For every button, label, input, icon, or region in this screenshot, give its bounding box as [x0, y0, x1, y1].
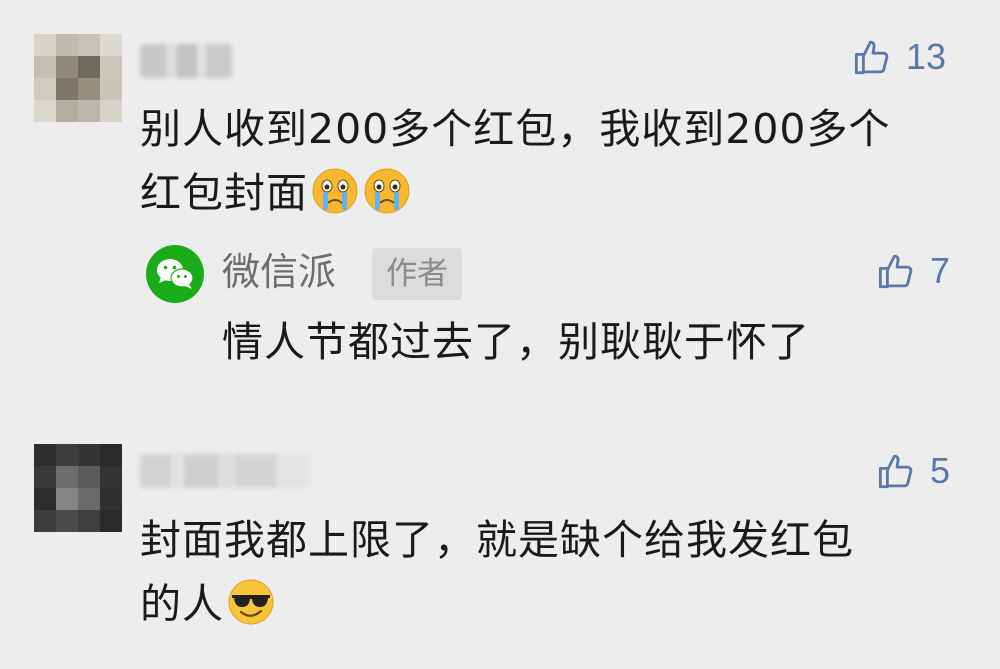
wechat-icon	[157, 259, 194, 289]
username-blurred[interactable]	[140, 454, 310, 488]
comment-text-line: 封面我都上限了，就是缺个给我发红包	[140, 516, 854, 564]
thumbs-up-icon	[854, 40, 889, 75]
comment-item: 13 别人收到200多个红包，我收到200多个 红包封面 微信派 作者 7 情人…	[0, 0, 1000, 420]
like-button[interactable]: 7	[876, 250, 950, 292]
comment-text: 封面我都上限了，就是缺个给我发红包 的人	[140, 508, 940, 636]
thumbs-up-icon	[878, 454, 913, 489]
comment-text: 别人收到200多个红包，我收到200多个 红包封面	[140, 97, 940, 225]
comment-text-segment: 红包封面	[140, 169, 308, 217]
comment-text-line: 红包封面	[140, 161, 940, 225]
comment-text-line: 别人收到200多个红包，我收到200多个	[140, 105, 891, 153]
crying-face-emoji	[312, 168, 358, 214]
like-count: 5	[930, 450, 951, 491]
like-count: 7	[930, 250, 951, 291]
thumbs-up-icon	[878, 254, 913, 289]
reply-text: 情人节都过去了，别耿耿于怀了	[222, 318, 810, 366]
wechat-logo-avatar[interactable]	[146, 245, 204, 303]
comment-item: 5 封面我都上限了，就是缺个给我发红包 的人	[0, 420, 1000, 669]
crying-face-emoji	[364, 168, 410, 214]
sunglasses-face-emoji	[228, 579, 274, 625]
like-button[interactable]: 13	[852, 36, 946, 78]
username-blurred[interactable]	[140, 44, 232, 78]
author-badge: 作者	[372, 248, 462, 300]
comment-text-segment: 的人	[140, 580, 224, 628]
comment-text-line: 的人	[140, 572, 940, 636]
like-button[interactable]: 5	[876, 450, 950, 492]
avatar[interactable]	[34, 444, 122, 532]
like-count: 13	[906, 36, 947, 77]
reply-author-name[interactable]: 微信派	[222, 246, 336, 298]
avatar[interactable]	[34, 34, 122, 122]
